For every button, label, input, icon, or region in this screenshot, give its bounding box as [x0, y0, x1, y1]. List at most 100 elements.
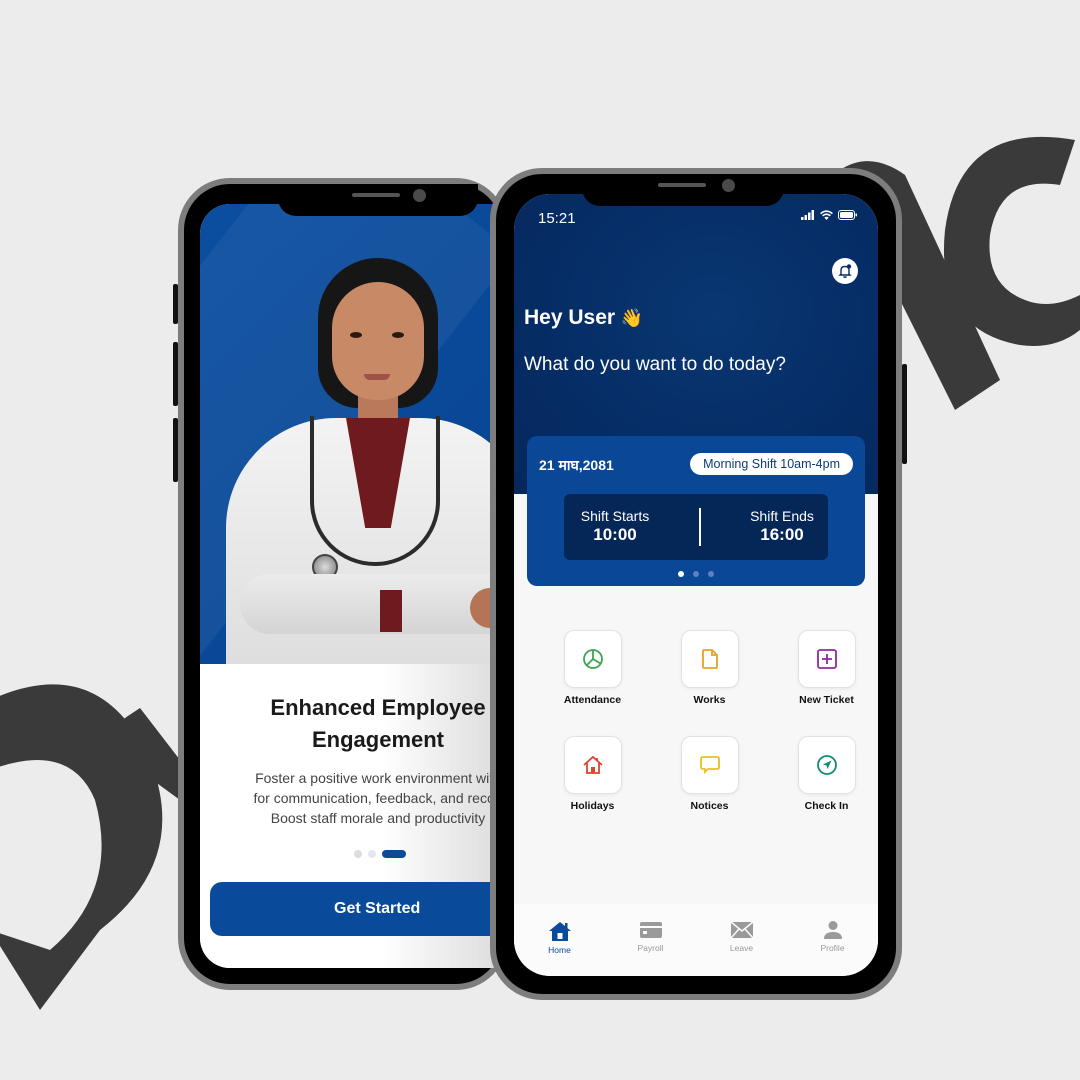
doctor-eye-right [392, 332, 404, 338]
doctor-arms [240, 574, 502, 634]
action-works[interactable]: Works [651, 630, 768, 706]
greeting-text: Hey User [524, 306, 616, 329]
action-tile [680, 736, 739, 794]
action-tile [797, 630, 856, 688]
onboarding-description: Foster a positive work environment with … [200, 768, 502, 828]
action-label: Notices [690, 800, 729, 812]
nav-payroll[interactable]: Payroll [605, 904, 696, 976]
action-tile [680, 630, 739, 688]
envelope-icon [729, 921, 754, 939]
stethoscope [310, 416, 440, 566]
nav-label: Home [548, 945, 571, 955]
shift-end-label: Shift Ends [750, 508, 814, 524]
pager-dot[interactable] [693, 571, 699, 577]
credit-card-icon [639, 922, 662, 938]
pager-dot-active[interactable] [678, 571, 684, 577]
wifi-icon [820, 210, 833, 220]
shift-date: 21 माघ,2081 [539, 457, 614, 473]
action-label: Works [693, 694, 726, 706]
nav-label: Payroll [637, 943, 664, 953]
action-tile [797, 736, 856, 794]
pie-chart-icon [582, 649, 603, 669]
title-line-1: Enhanced Employee [270, 695, 486, 720]
get-started-button[interactable]: Get Started [210, 882, 502, 936]
action-label: Attendance [563, 694, 622, 706]
speaker [352, 193, 400, 197]
pager-dot[interactable] [354, 850, 362, 858]
action-new-ticket[interactable]: New Ticket [768, 630, 878, 706]
nav-home[interactable]: Home [514, 904, 605, 976]
chat-bubble-icon [699, 756, 720, 775]
person-icon [823, 921, 842, 939]
quick-actions: Attendance Works New Ticket Holidays Not… [534, 630, 864, 812]
wave-emoji-icon: 👋 [620, 308, 644, 328]
greeting: Hey User 👋 [524, 306, 643, 330]
navigation-arrow-icon [816, 755, 837, 775]
shift-times: Shift Starts 10:00 Shift Ends 16:00 [564, 494, 828, 560]
nav-profile[interactable]: Profile [787, 904, 878, 976]
action-holidays[interactable]: Holidays [534, 736, 651, 812]
status-time: 15:21 [538, 210, 576, 227]
notch [582, 174, 784, 206]
action-label: Check In [804, 800, 849, 812]
home-phone: 15:21 Hey User 👋 What do you want to do … [490, 168, 907, 1000]
bell-icon [838, 264, 852, 278]
watermark-letter-c [943, 136, 1080, 346]
document-icon [701, 649, 718, 669]
mute-switch [173, 284, 178, 324]
watermark-letter-y [95, 708, 180, 800]
volume-down-button [173, 418, 178, 482]
watermark-letter-d [0, 684, 163, 1010]
pager-dot[interactable] [368, 850, 376, 858]
shift-card[interactable]: 21 माघ,2081 Morning Shift 10am-4pm Shift… [527, 436, 865, 586]
shift-start-label: Shift Starts [580, 508, 650, 524]
notch [278, 184, 478, 216]
front-camera [413, 189, 426, 202]
shift-end: Shift Ends 16:00 [746, 508, 818, 545]
shift-end-time: 16:00 [760, 525, 804, 544]
nav-label: Leave [729, 943, 754, 953]
home-icon [582, 755, 603, 774]
hero-image [200, 204, 502, 664]
shift-divider [699, 508, 701, 546]
home-icon [548, 922, 571, 941]
nav-label: Profile [820, 943, 845, 953]
notification-button[interactable] [832, 258, 858, 284]
description-line: Foster a positive work environment with [255, 770, 501, 786]
doctor-mouth [364, 374, 390, 380]
onboarding-title: Enhanced Employee Engagement [200, 692, 502, 756]
bottom-navigation: Home Payroll Leave Profile [514, 904, 878, 976]
volume-up-button [173, 342, 178, 406]
action-attendance[interactable]: Attendance [534, 630, 651, 706]
nav-leave[interactable]: Leave [696, 904, 787, 976]
action-tile [563, 736, 622, 794]
shift-card-pager [678, 571, 714, 577]
action-check-in[interactable]: Check In [768, 736, 878, 812]
title-line-2: Engagement [311, 727, 445, 752]
plus-square-icon [816, 649, 837, 669]
action-notices[interactable]: Notices [651, 736, 768, 812]
action-tile [563, 630, 622, 688]
description-line: Boost staff morale and productivity [270, 810, 486, 826]
onboarding-pager [354, 850, 406, 858]
onboarding-content: Enhanced Employee Engagement Foster a po… [200, 664, 502, 968]
doctor-face [332, 282, 424, 400]
shift-name-badge: Morning Shift 10am-4pm [690, 453, 853, 475]
action-label: Holidays [570, 800, 615, 812]
doctor-eye-left [350, 332, 362, 338]
front-camera [722, 179, 735, 192]
pager-dot[interactable] [708, 571, 714, 577]
prompt-question: What do you want to do today? [524, 354, 786, 375]
doctor-cuff [380, 590, 402, 632]
shift-start: Shift Starts 10:00 [578, 508, 652, 545]
onboarding-screen: Enhanced Employee Engagement Foster a po… [200, 204, 502, 968]
action-label: New Ticket [799, 694, 854, 706]
speaker [658, 183, 706, 187]
description-line: for communication, feedback, and recog [253, 790, 502, 806]
pager-dot-active[interactable] [382, 850, 406, 858]
shift-start-time: 10:00 [593, 525, 637, 544]
onboarding-phone: Enhanced Employee Engagement Foster a po… [173, 178, 508, 990]
signal-icon [801, 210, 814, 220]
status-icons [801, 210, 858, 220]
home-screen: 15:21 Hey User 👋 What do you want to do … [514, 194, 878, 976]
